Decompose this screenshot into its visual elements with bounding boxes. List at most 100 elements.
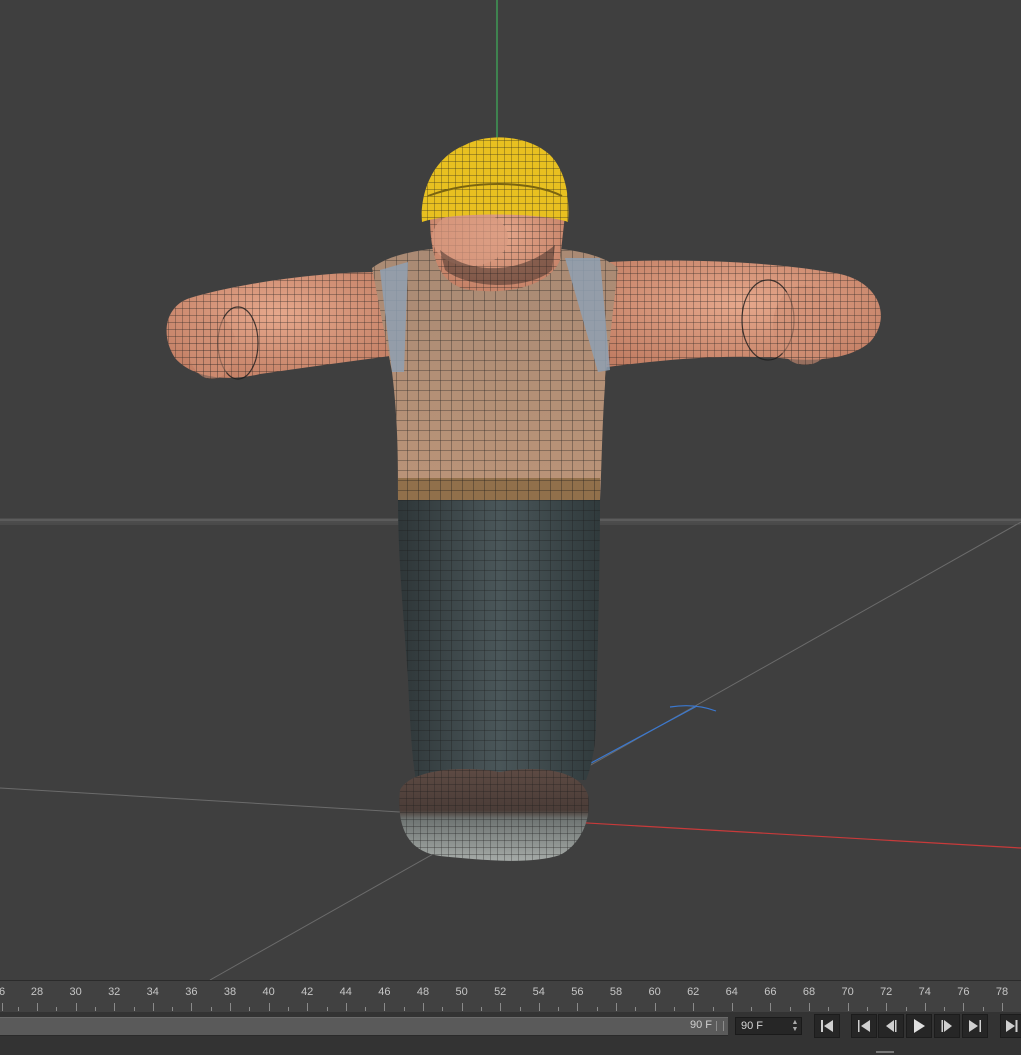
timeline-tick-label: 50: [455, 986, 468, 998]
timeline-minor-tick: [790, 1007, 791, 1011]
timeline-minor-tick: [134, 1007, 135, 1011]
3d-viewport[interactable]: [0, 0, 1021, 980]
timeline-tick: [269, 1003, 270, 1011]
timeline-tick-label: 56: [571, 986, 584, 998]
timeline-tick: [732, 1003, 733, 1011]
timeline-tick-label: 62: [687, 986, 700, 998]
timeline-minor-tick: [172, 1007, 173, 1011]
timeline-minor-tick: [906, 1007, 907, 1011]
timeline-tick: [963, 1003, 964, 1011]
timeline-tick-label: 6: [0, 986, 6, 998]
go-to-start-button[interactable]: [814, 1014, 840, 1038]
play-icon: [914, 1019, 925, 1033]
step-forward-button[interactable]: [934, 1014, 960, 1038]
viewport-canvas[interactable]: [0, 0, 1021, 980]
timeline-tick: [230, 1003, 231, 1011]
timeline-tick-label: 64: [725, 986, 738, 998]
slider-grip-icon[interactable]: [716, 1021, 724, 1031]
timeline-minor-tick: [944, 1007, 945, 1011]
timeline-minor-tick: [751, 1007, 752, 1011]
timeline-minor-tick: [327, 1007, 328, 1011]
timeline-tick: [37, 1003, 38, 1011]
timeline-tick: [577, 1003, 578, 1011]
step-forward-icon: [941, 1020, 952, 1032]
timeline-minor-tick: [481, 1007, 482, 1011]
timeline-minor-tick: [288, 1007, 289, 1011]
skip-to-start-icon: [821, 1020, 833, 1032]
timeline-tick: [423, 1003, 424, 1011]
timeline-tick-label: 34: [146, 986, 159, 998]
timeline-tick-label: 30: [69, 986, 82, 998]
timeline-minor-tick: [597, 1007, 598, 1011]
play-button[interactable]: [906, 1014, 932, 1038]
next-key-button[interactable]: [962, 1014, 988, 1038]
timeline-tick-label: 52: [494, 986, 507, 998]
timeline-tick: [1002, 1003, 1003, 1011]
timeline-tick: [848, 1003, 849, 1011]
timeline-ruler[interactable]: 6 28 30 32 34 36 38 40 42 44 46 48 50 52 54 56 58 60 62 64 6…: [0, 980, 1021, 1013]
timeline-tick: [191, 1003, 192, 1011]
timeline-minor-tick: [674, 1007, 675, 1011]
timeline-tick: [346, 1003, 347, 1011]
stepper-arrows-icon[interactable]: ▲ ▼: [791, 1019, 799, 1033]
frame-range-slider[interactable]: 90 F: [0, 1017, 728, 1036]
step-back-button[interactable]: [878, 1014, 904, 1038]
timeline-tick-label: 66: [764, 986, 777, 998]
timeline-tick: [307, 1003, 308, 1011]
timeline-tick-label: 48: [416, 986, 430, 998]
timeline-tick: [384, 1003, 385, 1011]
timeline-tick: [462, 1003, 463, 1011]
step-back-icon: [886, 1020, 897, 1032]
timeline-tick-label: 60: [648, 986, 661, 998]
timeline-minor-tick: [828, 1007, 829, 1011]
timeline-minor-tick: [404, 1007, 405, 1011]
timeline-tick-label: 28: [30, 986, 44, 998]
timeline-tick-label: 58: [609, 986, 623, 998]
timeline-minor-tick: [558, 1007, 559, 1011]
timeline-tick-label: 78: [995, 986, 1009, 998]
timeline-tick-label: 72: [880, 986, 893, 998]
timeline-tick-label: 54: [532, 986, 545, 998]
timeline-tick: [925, 1003, 926, 1011]
timeline-tick: [76, 1003, 77, 1011]
timeline-tick-label: 74: [918, 986, 931, 998]
end-frame-field[interactable]: 90 F ▲ ▼: [735, 1017, 802, 1035]
skip-to-end-icon: [1006, 1020, 1018, 1032]
character-mesh[interactable]: [166, 137, 881, 861]
timeline-minor-tick: [365, 1007, 366, 1011]
timeline-tick: [809, 1003, 810, 1011]
transport-bar: 90 F 90 F ▲ ▼: [0, 1012, 1021, 1055]
previous-key-button[interactable]: [851, 1014, 877, 1038]
divider: [876, 1051, 894, 1053]
timeline-minor-tick: [635, 1007, 636, 1011]
timeline-minor-tick: [18, 1007, 19, 1011]
timeline-minor-tick: [442, 1007, 443, 1011]
timeline-tick-label: 70: [841, 986, 854, 998]
timeline-tick-label: 44: [339, 986, 352, 998]
previous-key-icon: [858, 1020, 870, 1032]
timeline-tick-label: 42: [301, 986, 314, 998]
timeline-minor-tick: [983, 1007, 984, 1011]
timeline-tick: [539, 1003, 540, 1011]
timeline-minor-tick: [95, 1007, 96, 1011]
timeline-tick: [693, 1003, 694, 1011]
timeline-tick-label: 40: [262, 986, 275, 998]
end-frame-value: 90 F: [741, 1020, 764, 1032]
timeline-tick: [616, 1003, 617, 1011]
timeline-minor-tick: [713, 1007, 714, 1011]
timeline-tick-label: 76: [957, 986, 970, 998]
timeline-tick-label: 68: [802, 986, 816, 998]
timeline-minor-tick: [249, 1007, 250, 1011]
timeline-minor-tick: [56, 1007, 57, 1011]
timeline-tick-label: 36: [185, 986, 198, 998]
timeline-tick: [2, 1003, 3, 1011]
timeline-tick-label: 32: [108, 986, 121, 998]
timeline-minor-tick: [211, 1007, 212, 1011]
timeline-tick: [500, 1003, 501, 1011]
timeline-tick: [770, 1003, 771, 1011]
timeline-minor-tick: [520, 1007, 521, 1011]
end-frame-label: 90 F: [689, 1019, 712, 1031]
timeline-tick-label: 46: [378, 986, 391, 998]
go-to-end-button[interactable]: [1000, 1014, 1021, 1038]
timeline-tick: [114, 1003, 115, 1011]
